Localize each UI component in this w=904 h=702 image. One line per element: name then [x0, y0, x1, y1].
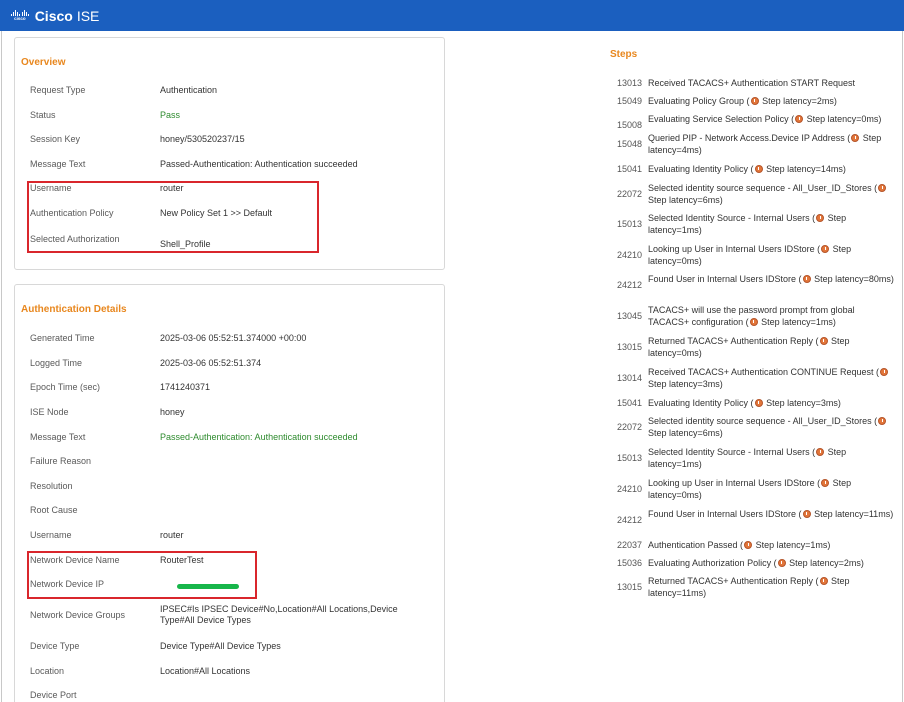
step-code: 15013 [616, 219, 642, 229]
step-text: Returned TACACS+ Authentication Reply ( … [648, 576, 850, 598]
step-code: 15008 [616, 120, 642, 130]
step-text: Found User in Internal Users IDStore ( S… [648, 509, 894, 519]
step-text: Selected Identity Source - Internal User… [648, 447, 847, 469]
step-text: Looking up User in Internal Users IDStor… [648, 244, 852, 266]
step-text: Evaluating Identity Policy ( Step latenc… [648, 398, 841, 408]
stopwatch-icon [880, 368, 889, 376]
steps-title: Steps [610, 49, 638, 60]
step-code: 15041 [616, 398, 642, 408]
step-text: Selected identity source sequence - All_… [648, 183, 896, 206]
auth-details-title: Authentication Details [21, 304, 127, 315]
stopwatch-icon [821, 245, 830, 253]
stopwatch-icon [754, 399, 763, 407]
step-code: 24210 [616, 250, 642, 260]
stopwatch-icon [819, 577, 828, 585]
step-code: 15048 [616, 139, 642, 149]
step-code: 13013 [616, 78, 642, 88]
stopwatch-icon [816, 448, 825, 456]
stopwatch-icon [795, 115, 804, 123]
step-code: 13015 [616, 342, 642, 352]
stopwatch-icon [878, 184, 887, 192]
step-code: 22037 [616, 540, 642, 550]
cisco-logo[interactable]: cisco Cisco ISE [10, 8, 99, 24]
stopwatch-icon [750, 97, 759, 105]
step-code: 13015 [616, 582, 642, 592]
highlight-box [27, 551, 257, 599]
stopwatch-icon [878, 417, 887, 425]
brand-name: Cisco [34, 7, 73, 24]
step-text: Authentication Passed ( Step latency=1ms… [648, 540, 831, 550]
product-name: ISE [76, 7, 100, 24]
stopwatch-icon [744, 541, 753, 549]
step-text: Received TACACS+ Authentication CONTINUE… [648, 367, 896, 390]
stopwatch-icon [749, 317, 758, 326]
stopwatch-icon [802, 275, 811, 283]
stopwatch-icon [802, 510, 811, 518]
step-text: Queried PIP - Network Access.Device IP A… [648, 133, 882, 155]
auth-details-card: Authentication Details Generated Time 202… [14, 284, 445, 702]
step-code: 24212 [616, 515, 642, 525]
step-code: 22072 [616, 422, 642, 432]
overview-card: Overview Request Type Authentication Stat… [14, 37, 445, 270]
highlight-box [27, 181, 319, 253]
step-text: Looking up User in Internal Users IDStor… [648, 478, 852, 500]
stopwatch-icon [816, 214, 825, 222]
step-text: Selected identity source sequence - All_… [648, 416, 896, 439]
step-text: Evaluating Authorization Policy ( Step l… [648, 558, 864, 568]
stopwatch-icon [754, 165, 763, 173]
step-text: Selected Identity Source - Internal User… [648, 213, 847, 235]
step-code: 22072 [616, 189, 642, 199]
overview-title: Overview [21, 57, 66, 68]
step-text: Evaluating Policy Group ( Step latency=2… [648, 96, 837, 106]
status-pass: Pass [160, 110, 181, 120]
top-header-bar: cisco Cisco ISE [0, 0, 904, 31]
step-code: 24212 [616, 280, 642, 290]
step-code: 15041 [616, 164, 642, 174]
cisco-bridge-icon: cisco [10, 10, 30, 21]
step-code: 15049 [616, 96, 642, 106]
stopwatch-icon [819, 337, 828, 345]
step-text: TACACS+ will use the password prompt fro… [648, 305, 855, 327]
stopwatch-icon [821, 479, 830, 487]
step-text: Evaluating Identity Policy ( Step latenc… [648, 164, 846, 174]
step-text: Received TACACS+ Authentication START Re… [648, 78, 856, 88]
stopwatch-icon [777, 559, 786, 567]
step-code: 13014 [616, 373, 642, 383]
step-text: Found User in Internal Users IDStore ( S… [648, 274, 894, 284]
step-code: 13045 [616, 311, 642, 321]
step-code: 24210 [616, 484, 642, 494]
stopwatch-icon [851, 134, 860, 142]
step-text: Evaluating Service Selection Policy ( St… [648, 114, 882, 124]
step-code: 15013 [616, 453, 642, 463]
step-text: Returned TACACS+ Authentication Reply ( … [648, 336, 850, 358]
step-code: 15036 [616, 558, 642, 568]
